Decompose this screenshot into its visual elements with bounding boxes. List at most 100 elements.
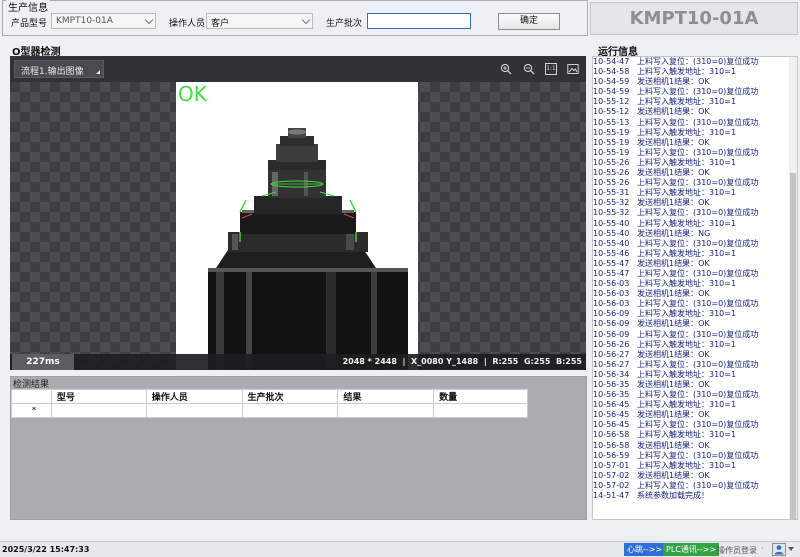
log-message: 上料写入复位：(310=0)复位成功 xyxy=(637,147,759,157)
confirm-button[interactable]: 确定 xyxy=(498,13,560,30)
table-header-row: 型号 操作人员 生产批次 结果 数量 xyxy=(11,389,528,404)
table-cell[interactable] xyxy=(337,403,435,418)
log-message: 上料写入触发地址：310=1 xyxy=(637,369,737,379)
run-log-panel[interactable]: 10-54-47 上料写入复位：(310=0)复位成功 10-54-58 上料写入触发… xyxy=(592,56,798,520)
log-line: 10-55-40 上料写入触发地址：310=1 xyxy=(593,219,789,229)
column-header-model[interactable]: 型号 xyxy=(50,389,147,404)
row-header-corner xyxy=(11,389,52,404)
table-cell[interactable] xyxy=(433,403,528,418)
log-message: 上料写入复位：(310=0)复位成功 xyxy=(637,268,759,278)
log-message: 发送相机1结果：OK xyxy=(637,168,710,178)
pixel-r: R:255 xyxy=(492,357,519,366)
log-time: 10-56-09 xyxy=(593,309,630,319)
batch-label: 生产批次 xyxy=(326,19,363,29)
log-message: 发送相机1结果：OK xyxy=(637,349,710,359)
log-message: 上料写入复位：(310=0)复位成功 xyxy=(637,359,759,369)
log-time: 10-56-03 xyxy=(593,299,630,309)
viewer-status-bar: 227ms 2048 * 2448 | X_0080 Y_1488 | R:25… xyxy=(10,354,586,370)
log-line: 10-55-13 上料写入复位：(310=0)复位成功 xyxy=(593,118,789,128)
log-time: 10-54-59 xyxy=(593,77,630,87)
pixel-g: G:255 xyxy=(523,357,551,366)
log-time: 10-55-19 xyxy=(593,137,630,147)
column-header-operator[interactable]: 操作人员 xyxy=(145,389,243,404)
heartbeat-status: 心跳-->> xyxy=(624,543,666,556)
new-row-marker: * xyxy=(11,403,52,418)
status-separator: · xyxy=(761,544,764,553)
log-line: 10-54-59 发送相机1结果：OK xyxy=(593,77,789,87)
operator-login-label[interactable]: 操作员登录 xyxy=(717,545,757,556)
log-time: 10-56-09 xyxy=(593,329,630,339)
log-line: 10-55-40 发送相机1结果：NG xyxy=(593,229,789,239)
log-message: 发送相机1结果：OK xyxy=(637,137,710,147)
batch-input[interactable] xyxy=(367,13,471,29)
log-time: 10-56-27 xyxy=(593,359,630,369)
zoom-out-icon[interactable] xyxy=(523,63,535,75)
image-canvas[interactable]: OK 227ms 2048 * 2448 | X_0080 Y_1488 | R… xyxy=(10,82,586,370)
log-time: 14-51-47 xyxy=(593,491,630,501)
log-time: 10-56-03 xyxy=(593,289,630,299)
column-header-quantity[interactable]: 数量 xyxy=(433,389,528,404)
column-header-batch[interactable]: 生产批次 xyxy=(241,389,339,404)
log-line: 10-57-02 发送相机1结果：OK xyxy=(593,471,789,481)
elapsed-time: 227ms xyxy=(12,354,74,370)
log-message: 上料写入复位：(310=0)复位成功 xyxy=(637,450,759,460)
column-header-result[interactable]: 结果 xyxy=(337,389,435,404)
log-message: 上料写入触发地址：310=1 xyxy=(637,218,737,228)
log-time: 10-55-40 xyxy=(593,218,630,228)
log-time: 10-56-58 xyxy=(593,440,630,450)
log-line: 10-55-31 上料写入触发地址：310=1 xyxy=(593,188,789,198)
results-table[interactable]: 型号 操作人员 生产批次 结果 数量 * xyxy=(11,389,528,418)
log-time: 10-56-03 xyxy=(593,279,630,289)
login-user-icon[interactable] xyxy=(772,543,786,556)
image-viewer[interactable]: 流程1.输出图像 1:1 OK 227ms 2048 * 2448 | X_00… xyxy=(10,56,586,370)
log-line: 10-55-19 发送相机1结果：OK xyxy=(593,138,789,148)
table-cell[interactable] xyxy=(241,403,339,418)
log-time: 10-57-01 xyxy=(593,460,630,470)
log-time: 10-54-58 xyxy=(593,67,630,77)
log-line: 10-56-09 发送相机1结果：OK xyxy=(593,319,789,329)
flow-select[interactable]: 流程1.输出图像 xyxy=(14,60,104,78)
log-time: 10-55-40 xyxy=(593,228,630,238)
fit-image-icon[interactable] xyxy=(567,63,579,75)
log-scrollbar[interactable] xyxy=(789,57,797,519)
log-scrollbar-thumb[interactable] xyxy=(790,173,796,519)
log-time: 10-55-12 xyxy=(593,97,630,107)
log-message: 发送相机1结果：OK xyxy=(637,289,710,299)
log-line: 10-55-26 发送相机1结果：OK xyxy=(593,168,789,178)
log-message: 上料写入触发地址：310=1 xyxy=(637,157,737,167)
log-time: 10-56-58 xyxy=(593,430,630,440)
log-time: 10-55-19 xyxy=(593,147,630,157)
product-model-select[interactable]: KMPT10-01A xyxy=(51,13,156,29)
plc-status: PLC通讯-->> xyxy=(663,543,720,556)
log-time: 10-54-47 xyxy=(593,57,630,66)
log-message: 上料写入触发地址：310=1 xyxy=(637,67,737,77)
log-line: 10-55-47 发送相机1结果：OK xyxy=(593,259,789,269)
log-message: 上料写入触发地址：310=1 xyxy=(637,339,737,349)
log-line: 10-55-26 上料写入触发地址：310=1 xyxy=(593,158,789,168)
zoom-in-icon[interactable] xyxy=(500,63,512,75)
log-line: 10-55-46 上料写入触发地址：310=1 xyxy=(593,249,789,259)
chevron-down-icon[interactable] xyxy=(788,547,794,551)
log-line: 10-56-58 上料写入触发地址：310=1 xyxy=(593,430,789,440)
log-line: 10-55-26 上料写入复位：(310=0)复位成功 xyxy=(593,178,789,188)
log-line: 10-56-27 发送相机1结果：OK xyxy=(593,350,789,360)
model-banner: KMPT10-01A xyxy=(590,2,798,35)
status-bar: 2025/3/22 15:47:33 心跳-->> PLC通讯-->> 操作员登… xyxy=(0,541,800,557)
log-line: 10-57-01 上料写入触发地址：310=1 xyxy=(593,461,789,471)
flow-select-value: 流程1.输出图像 xyxy=(21,67,84,77)
operator-select[interactable]: 客户 xyxy=(206,13,313,29)
log-message: 上料写入触发地址：310=1 xyxy=(637,188,737,198)
operator-value: 客户 xyxy=(211,19,230,29)
table-cell[interactable] xyxy=(50,403,147,418)
actual-size-icon[interactable]: 1:1 xyxy=(545,63,557,75)
table-row-new[interactable]: * xyxy=(11,403,528,418)
log-time: 10-55-46 xyxy=(593,248,630,258)
log-line: 10-56-34 上料写入触发地址：310=1 xyxy=(593,370,789,380)
chevron-down-icon xyxy=(301,15,311,25)
table-cell[interactable] xyxy=(145,403,243,418)
log-message: 上料写入触发地址：310=1 xyxy=(637,400,737,410)
pixel-b: B:255 xyxy=(556,357,582,366)
log-message: 上料写入触发地址：310=1 xyxy=(637,97,737,107)
log-line: 10-54-59 上料写入复位：(310=0)复位成功 xyxy=(593,87,789,97)
log-message: 上料写入复位：(310=0)复位成功 xyxy=(637,208,759,218)
